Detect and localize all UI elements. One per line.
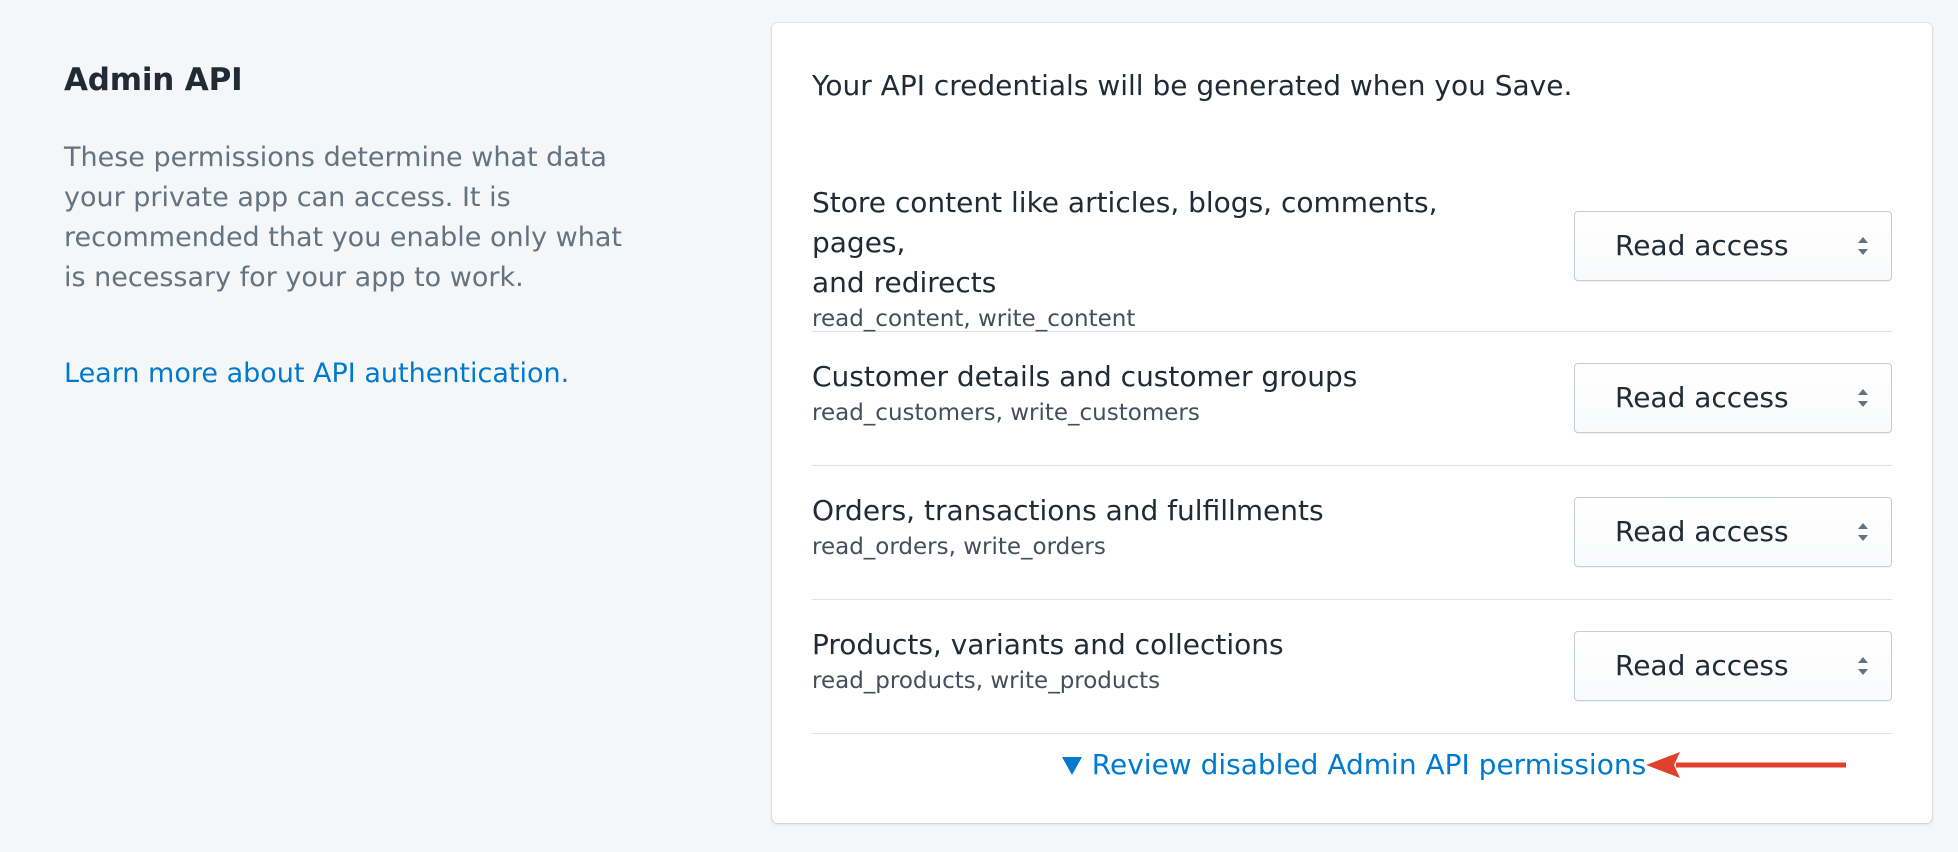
permission-row-content: Store content like articles, blogs, comm…: [812, 163, 1892, 332]
access-select-customers[interactable]: Read access: [1574, 363, 1892, 433]
credentials-intro: Your API credentials will be generated w…: [812, 69, 1573, 102]
learn-more-link[interactable]: Learn more about API authentication.: [64, 354, 569, 394]
permission-title-line: and redirects: [812, 266, 997, 299]
arrow-left-icon: [1646, 752, 1846, 778]
select-arrows-icon: [1858, 523, 1868, 541]
access-select-value: Read access: [1615, 381, 1789, 414]
permission-scopes: read_orders, write_orders: [812, 534, 1106, 560]
access-select-value: Read access: [1615, 649, 1789, 682]
permissions-card: Your API credentials will be generated w…: [772, 23, 1932, 823]
access-select-orders[interactable]: Read access: [1574, 497, 1892, 567]
permission-row-products: Products, variants and collections read_…: [812, 599, 1892, 734]
select-arrows-icon: [1858, 237, 1868, 255]
access-select-value: Read access: [1615, 515, 1789, 548]
access-select-products[interactable]: Read access: [1574, 631, 1892, 701]
section-title: Admin API: [64, 62, 243, 98]
review-disabled-permissions-label: Review disabled Admin API permissions: [1091, 748, 1647, 781]
permission-info: Store content like articles, blogs, comm…: [812, 183, 1532, 335]
section-description: Admin API These permissions determine wh…: [64, 58, 644, 394]
permission-info: Products, variants and collections read_…: [812, 625, 1532, 697]
select-arrows-icon: [1858, 389, 1868, 407]
permission-scopes: read_products, write_products: [812, 668, 1161, 694]
section-description-text: These permissions determine what data yo…: [64, 142, 623, 293]
permission-title: Store content like articles, blogs, comm…: [812, 183, 1532, 303]
access-select-content[interactable]: Read access: [1574, 211, 1892, 281]
triangle-down-icon: [1061, 757, 1082, 775]
permission-info: Orders, transactions and fulfillments re…: [812, 491, 1532, 563]
permission-info: Customer details and customer groups rea…: [812, 357, 1532, 429]
permission-row-customers: Customer details and customer groups rea…: [812, 331, 1892, 466]
permission-title: Products, variants and collections: [812, 628, 1284, 661]
access-select-value: Read access: [1615, 229, 1789, 262]
permission-scopes: read_customers, write_customers: [812, 400, 1200, 426]
permission-row-orders: Orders, transactions and fulfillments re…: [812, 465, 1892, 600]
permission-title-line: Store content like articles, blogs, comm…: [812, 186, 1438, 259]
review-disabled-permissions-link[interactable]: Review disabled Admin API permissions: [1061, 745, 1647, 785]
permission-title: Customer details and customer groups: [812, 360, 1358, 393]
permission-title: Orders, transactions and fulfillments: [812, 494, 1324, 527]
select-arrows-icon: [1858, 657, 1868, 675]
